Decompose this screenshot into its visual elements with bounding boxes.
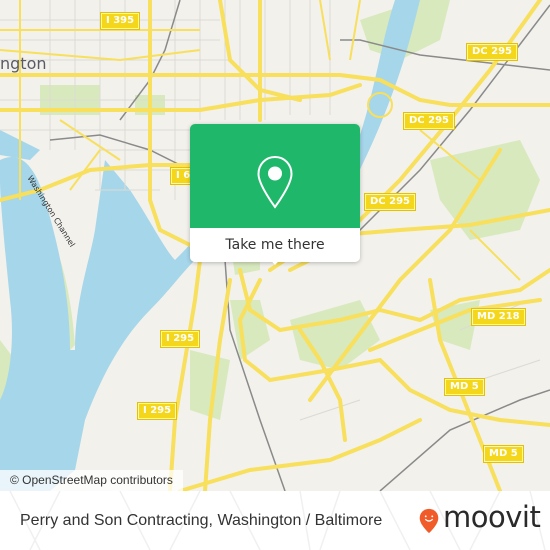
shield-dc295-a: DC 295 <box>466 43 518 61</box>
moovit-wordmark: moovit <box>443 500 541 534</box>
moovit-logo-icon <box>419 508 439 534</box>
shield-i395: I 395 <box>99 12 141 30</box>
popup-pointer <box>267 256 283 265</box>
shield-i295-a: I 295 <box>159 330 201 348</box>
map[interactable]: ngton Washington Channel I 395 I 6 DC 29… <box>0 0 550 491</box>
city-label: ngton <box>0 54 47 73</box>
shield-md218: MD 218 <box>471 308 526 326</box>
popup-header[interactable] <box>190 124 360 228</box>
place-title: Perry and Son Contracting, Washington / … <box>20 512 383 529</box>
shield-md5-a: MD 5 <box>444 378 485 396</box>
footer: Perry and Son Contracting, Washington / … <box>0 491 550 550</box>
map-pin-icon <box>257 155 293 209</box>
shield-dc295-c: DC 295 <box>364 193 416 211</box>
shield-i295-b: I 295 <box>136 402 178 420</box>
location-popup[interactable]: Take me there <box>190 124 360 265</box>
shield-dc295-b: DC 295 <box>403 112 455 130</box>
map-attribution[interactable]: © OpenStreetMap contributors <box>0 470 183 491</box>
shield-md5-b: MD 5 <box>483 445 524 463</box>
